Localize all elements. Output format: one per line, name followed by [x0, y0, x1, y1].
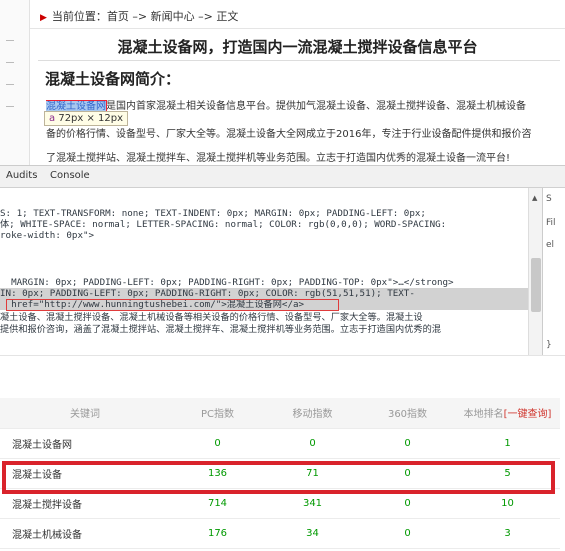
article-paragraph: 备的价格行情、设备型号、厂家大全等。混凝土设备大全网成立于2016年，专注于行业…: [46, 129, 532, 140]
code-line: MARGIN: 0px; PADDING-LEFT: 0px; PADDING-…: [0, 277, 454, 288]
section-title: 混凝土设备网简介：: [45, 70, 181, 88]
one-click-query-link[interactable]: [一键查询]: [504, 409, 552, 420]
table-row: 混凝土设备网 0 0 0 1: [0, 428, 560, 459]
code-line: IN: 0px; PADDING-LEFT: 0px; PADDING-RIGH…: [0, 288, 415, 299]
tab-audits[interactable]: Audits: [6, 170, 37, 181]
left-sidebar-strip: [0, 0, 30, 165]
code-line: 提供和报价咨询，涵盖了混凝土搅拌站、混凝土搅拌车、混凝土搅拌机等业务范围。立志于…: [0, 324, 441, 335]
360-index-cell: 0: [360, 428, 455, 459]
side-label: S: [546, 194, 552, 204]
breadcrumb-arrow-icon: ▶: [40, 13, 47, 23]
header-360-index: 360指数: [360, 398, 455, 429]
code-line: S: 1; TEXT-TRANSFORM: none; TEXT-INDENT:…: [0, 208, 426, 219]
scroll-up-icon[interactable]: ▲: [532, 194, 537, 202]
mobile-index-cell: 0: [265, 428, 360, 459]
keyword-cell: 混凝土机械设备: [0, 518, 170, 549]
local-rank-cell: 3: [455, 518, 560, 549]
header-mobile-index: 移动指数: [265, 398, 360, 429]
code-line: roke-width: 0px">: [0, 230, 95, 241]
devtools-panel: Audits Console S: 1; TEXT-TRANSFORM: non…: [0, 165, 565, 355]
side-label: Fil: [546, 218, 556, 228]
keyword-cell: 混凝土设备网: [0, 428, 170, 459]
header-keyword: 关键词: [0, 398, 170, 429]
table-header-row: 关键词 PC指数 移动指数 360指数 本地排名[一键查询]: [0, 398, 560, 429]
code-line: 凝土设备、混凝土搅拌设备、混凝土机械设备等相关设备的价格行情、设备型号、厂家大全…: [0, 312, 423, 323]
web-page-content: ▶ 当前位置：首页 –> 新闻中心 –> 正文 混凝土设备网，打造国内一流混凝土搅…: [0, 0, 565, 165]
mobile-index-cell: 34: [265, 518, 360, 549]
breadcrumb-text: 当前位置：首页 –> 新闻中心 –> 正文: [51, 10, 239, 23]
element-size-tooltip: a 72px × 12px: [44, 111, 129, 126]
pc-index-cell: 176: [170, 518, 265, 549]
side-label: }: [546, 340, 552, 350]
pc-index-cell: 0: [170, 428, 265, 459]
styles-side-panel: S Fil el }: [542, 188, 565, 355]
divider: [38, 60, 560, 61]
header-local-rank-label: 本地排名: [463, 409, 504, 421]
divider: [30, 28, 565, 29]
header-local-rank: 本地排名[一键查询]: [455, 398, 560, 429]
article-paragraph: 了混凝土搅拌站、混凝土搅拌车、混凝土搅拌机等业务范围。立志于打造国内优秀的混凝土…: [46, 153, 511, 164]
tooltip-size: 72px × 12px: [58, 113, 124, 124]
keyword-ranking-area: 关键词 PC指数 移动指数 360指数 本地排名[一键查询] 混凝土设备网 0 …: [0, 355, 565, 551]
devtools-toolbar: Audits Console: [0, 166, 565, 188]
code-scrollbar[interactable]: ▲: [528, 188, 542, 355]
local-rank-cell: 1: [455, 428, 560, 459]
scrollbar-thumb[interactable]: [531, 258, 541, 312]
breadcrumb: ▶ 当前位置：首页 –> 新闻中心 –> 正文: [40, 8, 238, 24]
code-line: 体; WHITE-SPACE: normal; LETTER-SPACING: …: [0, 219, 447, 230]
paragraph-text: 是国内首家混凝土相关设备信息平台。提供加气混凝土设备、混凝土搅拌设备、混凝土机械…: [106, 101, 526, 112]
table-row: 混凝土机械设备 176 34 0 3: [0, 518, 560, 549]
article-headline: 混凝土设备网，打造国内一流混凝土搅拌设备信息平台: [117, 38, 478, 56]
header-pc-index: PC指数: [170, 398, 265, 429]
elements-source-view[interactable]: S: 1; TEXT-TRANSFORM: none; TEXT-INDENT:…: [0, 188, 528, 355]
tooltip-tag: a: [49, 113, 56, 124]
highlighted-row-box: [2, 461, 555, 494]
tab-console[interactable]: Console: [50, 170, 90, 181]
side-label: el: [546, 240, 555, 250]
article-paragraph: 混凝土设备网是国内首家混凝土相关设备信息平台。提供加气混凝土设备、混凝土搅拌设备…: [46, 97, 564, 112]
href-highlight-box: [6, 299, 339, 311]
360-index-cell: 0: [360, 518, 455, 549]
